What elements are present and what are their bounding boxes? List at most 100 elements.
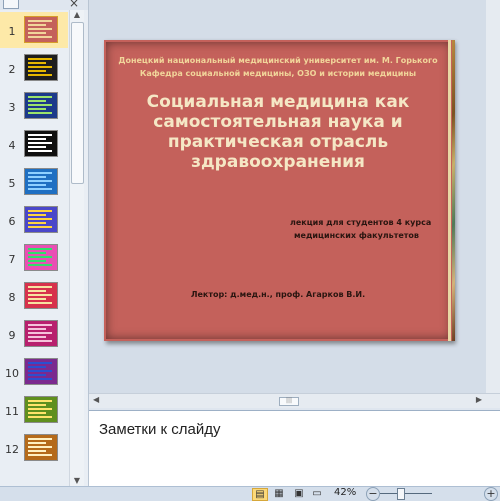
scroll-down-icon[interactable]: ▼ — [70, 476, 84, 486]
slide-number: 2 — [8, 63, 16, 76]
slide-preview[interactable] — [24, 54, 58, 81]
slide-thumbnail-2[interactable]: 2 — [0, 50, 68, 86]
slide-thumbnail-4[interactable]: 4 — [0, 126, 68, 162]
zoom-out-icon[interactable]: − — [366, 487, 380, 501]
preview-line — [28, 450, 46, 452]
notes-pane[interactable]: Заметки к слайду — [89, 410, 500, 487]
preview-line — [28, 112, 52, 114]
preview-line — [28, 36, 52, 38]
preview-line — [28, 32, 46, 34]
current-slide[interactable]: Донецкий национальный медицинский универ… — [104, 40, 455, 341]
preview-line — [28, 290, 46, 292]
scroll-right-icon[interactable]: ▶ — [476, 395, 482, 404]
slide-number: 3 — [8, 101, 16, 114]
preview-line — [28, 328, 46, 330]
slides-pane-scrollbar[interactable]: ▲ ▼ — [69, 10, 84, 486]
slide-thumbnails-list: 1 2 3 4 5 6 7 8 9 10 11 12 — [0, 12, 68, 486]
slides-tab[interactable] — [3, 0, 19, 9]
slide-number: 4 — [8, 139, 16, 152]
preview-line — [28, 248, 52, 250]
preview-line — [28, 260, 46, 262]
normal-view-icon[interactable]: ▤ — [252, 488, 268, 501]
preview-line — [28, 58, 52, 60]
close-pane-icon[interactable]: × — [69, 0, 79, 10]
slide-thumbnail-7[interactable]: 7 — [0, 240, 68, 276]
scroll-up-icon[interactable]: ▲ — [70, 10, 84, 20]
preview-line — [28, 442, 46, 444]
zoom-slider-knob[interactable] — [397, 488, 405, 500]
preview-line — [28, 332, 52, 334]
scroll-left-icon[interactable]: ◀ — [93, 395, 99, 404]
slide-thumbnail-11[interactable]: 11 — [0, 392, 68, 428]
institution-text[interactable]: Донецкий национальный медицинский универ… — [104, 54, 452, 80]
slide-thumbnail-8[interactable]: 8 — [0, 278, 68, 314]
preview-line — [28, 226, 52, 228]
reading-view-icon[interactable]: ▣ — [292, 488, 306, 499]
preview-line — [28, 294, 52, 296]
preview-line — [28, 172, 52, 174]
slide-vertical-scrollbar[interactable] — [486, 0, 500, 393]
decor-divider — [448, 40, 451, 341]
zoom-level[interactable]: 42% — [334, 487, 356, 498]
preview-line — [28, 180, 52, 182]
slideshow-icon[interactable]: ▭ — [310, 488, 324, 499]
title-line-3: практическая отрасль — [167, 132, 389, 152]
preview-line — [28, 66, 52, 68]
institution-line-1: Донецкий национальный медицинский универ… — [118, 56, 438, 65]
slide-thumbnail-10[interactable]: 10 — [0, 354, 68, 390]
preview-line — [28, 404, 46, 406]
slide-thumbnail-12[interactable]: 12 — [0, 430, 68, 466]
slide-number: 8 — [8, 291, 16, 304]
zoom-slider-track[interactable] — [380, 493, 432, 494]
slide-preview[interactable] — [24, 358, 58, 385]
lector-text[interactable]: Лектор: д.мед.н., проф. Агарков В.И. — [104, 290, 452, 299]
preview-line — [28, 302, 52, 304]
lecture-subtitle[interactable]: лекция для студентов 4 курса медицинских… — [290, 216, 450, 242]
slide-number: 11 — [5, 405, 19, 418]
preview-line — [28, 20, 52, 22]
preview-line — [28, 210, 52, 212]
slide-number: 6 — [8, 215, 16, 228]
slide-preview[interactable] — [24, 206, 58, 233]
horizontal-scroll-thumb[interactable]: ||| — [279, 397, 299, 406]
preview-line — [28, 336, 46, 338]
preview-line — [28, 62, 46, 64]
zoom-in-icon[interactable]: + — [484, 487, 498, 501]
preview-line — [28, 286, 52, 288]
horizontal-scrollbar[interactable]: ◀ ||| ▶ — [89, 393, 500, 408]
slide-preview[interactable] — [24, 320, 58, 347]
slide-thumbnail-1[interactable]: 1 — [0, 12, 68, 48]
preview-line — [28, 138, 46, 140]
slide-number: 9 — [8, 329, 16, 342]
slide-preview[interactable] — [24, 16, 58, 43]
slide-thumbnail-9[interactable]: 9 — [0, 316, 68, 352]
slide-thumbnail-6[interactable]: 6 — [0, 202, 68, 238]
preview-line — [28, 146, 46, 148]
slide-preview[interactable] — [24, 396, 58, 423]
slide-preview[interactable] — [24, 434, 58, 461]
decorative-pattern-image — [452, 40, 455, 341]
preview-line — [28, 134, 52, 136]
lecture-line-1: лекция для студентов 4 курса — [290, 218, 432, 227]
preview-line — [28, 100, 46, 102]
preview-line — [28, 222, 46, 224]
slide-thumbnail-3[interactable]: 3 — [0, 88, 68, 124]
slide-title[interactable]: Социальная медицина как самостоятельная … — [104, 92, 452, 172]
preview-line — [28, 108, 46, 110]
slide-preview[interactable] — [24, 168, 58, 195]
status-bar: ▤ ▦ ▣ ▭ 42% − + — [0, 486, 500, 501]
preview-line — [28, 218, 52, 220]
preview-line — [28, 374, 46, 376]
slide-number: 7 — [8, 253, 16, 266]
slide-preview[interactable] — [24, 244, 58, 271]
preview-line — [28, 408, 52, 410]
slide-preview[interactable] — [24, 282, 58, 309]
preview-line — [28, 214, 46, 216]
slide-preview[interactable] — [24, 130, 58, 157]
scroll-thumb[interactable] — [71, 22, 84, 184]
slide-preview[interactable] — [24, 92, 58, 119]
preview-line — [28, 446, 52, 448]
slide-thumbnail-5[interactable]: 5 — [0, 164, 68, 200]
notes-placeholder[interactable]: Заметки к слайду — [99, 421, 221, 438]
slide-sorter-icon[interactable]: ▦ — [272, 488, 286, 499]
